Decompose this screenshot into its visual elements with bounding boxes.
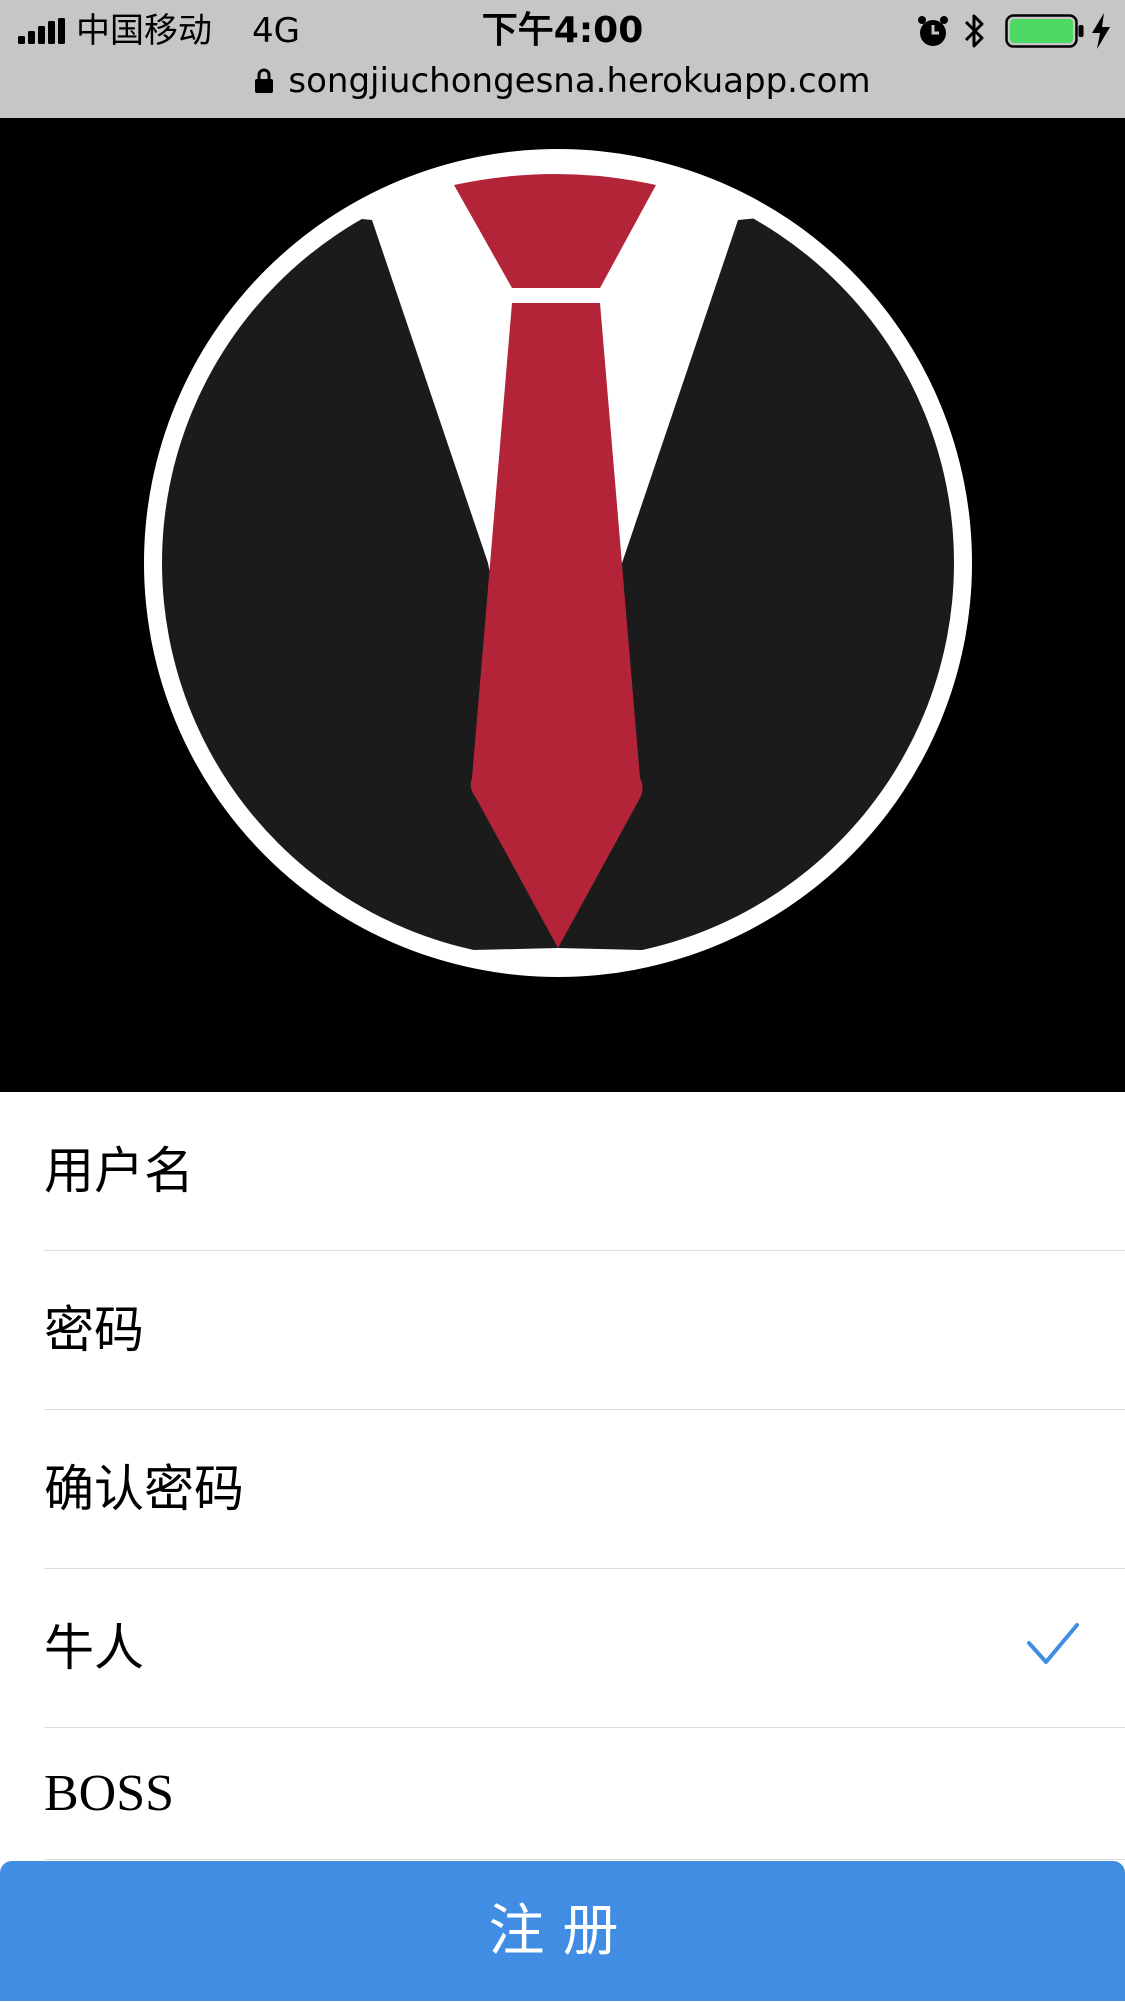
- address-bar[interactable]: songjiuchongesna.herokuapp.com: [0, 58, 1125, 104]
- confirm-password-input[interactable]: [44, 1410, 1024, 1568]
- confirm-password-row: [44, 1410, 1125, 1569]
- role-option-talent[interactable]: 牛人: [44, 1569, 1125, 1728]
- password-input[interactable]: [44, 1251, 1024, 1409]
- role-option-label: BOSS: [44, 1765, 175, 1822]
- username-input[interactable]: [44, 1092, 1024, 1250]
- url-text: songjiuchongesna.herokuapp.com: [288, 61, 871, 101]
- suit-tie-logo: [144, 149, 972, 977]
- role-option-boss[interactable]: BOSS: [44, 1728, 1125, 1860]
- alarm-icon: [918, 16, 948, 46]
- charging-icon: [1092, 13, 1110, 49]
- status-row: 中国移动 4G 下午4:00: [0, 8, 1125, 54]
- username-row: [44, 1092, 1125, 1251]
- password-row: [44, 1251, 1125, 1410]
- battery-icon: [1005, 14, 1084, 48]
- role-option-label: 牛人: [44, 1619, 144, 1677]
- status-time: 下午4:00: [481, 10, 644, 51]
- lock-icon: [255, 68, 274, 93]
- status-bar: 中国移动 4G 下午4:00 songjiuchongesna.herokuap…: [0, 0, 1125, 119]
- checkmark-icon: [1027, 1623, 1079, 1664]
- bluetooth-icon: [964, 14, 984, 48]
- logo-banner: [0, 118, 1125, 1092]
- register-button[interactable]: 注册: [0, 1861, 1125, 2001]
